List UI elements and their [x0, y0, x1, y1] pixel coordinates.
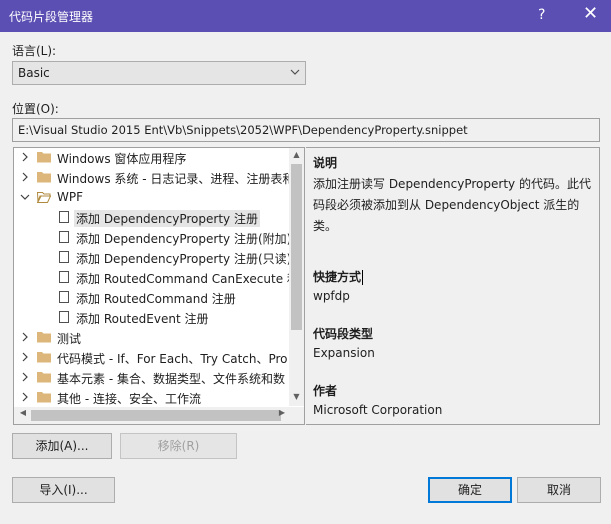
ok-button[interactable]: 确定 [428, 477, 512, 503]
chevron-down-icon[interactable] [20, 192, 30, 202]
add-button[interactable]: 添加(A)... [12, 433, 112, 459]
language-label: 语言(L): [12, 44, 57, 58]
tree-item-label: 其他 - 连接、安全、工作流 [57, 392, 201, 406]
chevron-right-icon[interactable] [20, 332, 30, 342]
tree-item-label: 添加 DependencyProperty 注册(只读) [76, 252, 292, 266]
snippet-tree[interactable]: Windows 窗体应用程序 Windows 系统 - 日志记录、进程、注册表和 W… [13, 147, 305, 425]
folder-icon [37, 172, 51, 183]
tree-folder-item[interactable]: 测试 [14, 328, 289, 348]
tree-vertical-scroll-thumb[interactable] [291, 164, 302, 330]
scroll-up-arrow-icon[interactable]: ▲ [289, 150, 304, 164]
tree-folder-item[interactable]: Windows 系统 - 日志记录、进程、注册表和 [14, 168, 294, 188]
tree-item-label: 添加 RoutedCommand 注册 [76, 292, 236, 306]
tree-folder-item[interactable]: 代码模式 - If、For Each、Try Catch、Pro [14, 348, 289, 368]
chevron-right-icon[interactable] [20, 172, 30, 182]
tree-snippet-item[interactable]: 添加 RoutedCommand 注册 [14, 288, 289, 308]
tree-folder-item[interactable]: Windows 窗体应用程序 [14, 148, 289, 168]
tree-item-label: WPF [57, 190, 84, 204]
tree-folder-item[interactable]: 其他 - 连接、安全、工作流 [14, 388, 289, 408]
scroll-down-arrow-icon[interactable]: ▼ [289, 392, 304, 406]
tree-item-label: Windows 窗体应用程序 [57, 152, 187, 166]
language-select[interactable]: Basic [12, 61, 306, 85]
title-bar: 代码片段管理器 ? ✕ [0, 0, 611, 32]
snippet-type-value: Expansion [313, 346, 375, 360]
tree-item-label: 基本元素 - 集合、数据类型、文件系统和数 [57, 372, 285, 386]
tree-folder-item[interactable]: WPF [14, 188, 289, 208]
tree-item-label: 添加 RoutedEvent 注册 [76, 312, 209, 326]
folder-open-icon [37, 192, 51, 203]
help-button[interactable]: ? [538, 7, 545, 23]
tree-item-label: 添加 DependencyProperty 注册(附加) [76, 232, 292, 246]
tree-item-label: 添加 RoutedCommand CanExecute 和 [76, 272, 299, 286]
tree-snippet-item[interactable]: 添加 DependencyProperty 注册(只读) [14, 248, 292, 268]
chevron-right-icon[interactable] [20, 152, 30, 162]
tree-vertical-scrollbar[interactable]: ▲ ▼ [289, 148, 304, 406]
description-heading: 说明 [313, 156, 338, 170]
tree-snippet-item[interactable]: 添加 DependencyProperty 注册 [14, 208, 289, 228]
scroll-right-arrow-icon[interactable]: ▶ [275, 408, 289, 423]
tree-snippet-item[interactable]: 添加 RoutedCommand CanExecute 和 [14, 268, 299, 288]
snippet-file-icon [59, 211, 69, 223]
tree-folder-item[interactable]: 基本元素 - 集合、数据类型、文件系统和数 [14, 368, 289, 388]
folder-icon [37, 152, 51, 163]
snippet-file-icon [59, 231, 69, 243]
tree-horizontal-scroll-thumb[interactable] [31, 410, 281, 421]
tree-item-label: 添加 DependencyProperty 注册 [74, 210, 260, 227]
chevron-right-icon[interactable] [20, 372, 30, 382]
location-field[interactable]: E:\Visual Studio 2015 Ent\Vb\Snippets\20… [12, 118, 600, 142]
folder-icon [37, 332, 51, 343]
tree-item-label: Windows 系统 - 日志记录、进程、注册表和 [57, 172, 295, 186]
snippet-file-icon [59, 311, 69, 323]
author-heading: 作者 [313, 384, 338, 398]
text-caret [362, 270, 364, 285]
cancel-button[interactable]: 取消 [517, 477, 601, 503]
folder-icon [37, 352, 51, 363]
snippet-type-heading: 代码段类型 [313, 327, 374, 341]
tree-snippet-item[interactable]: 添加 RoutedEvent 注册 [14, 308, 289, 328]
chevron-down-icon [290, 69, 300, 75]
tree-snippet-item[interactable]: 添加 DependencyProperty 注册(附加) [14, 228, 292, 248]
snippet-file-icon [59, 291, 69, 303]
tree-item-label: 测试 [57, 332, 82, 346]
folder-icon [37, 392, 51, 403]
remove-button[interactable]: 移除(R) [120, 433, 237, 459]
tree-horizontal-scrollbar[interactable]: ◀ ▶ [14, 407, 289, 424]
description-text: 添加注册读写 DependencyProperty 的代码。此代码段必须被添加到… [313, 177, 591, 233]
snippet-file-icon [59, 271, 69, 283]
import-button[interactable]: 导入(I)... [12, 477, 115, 503]
language-select-value: Basic [18, 66, 50, 80]
chevron-right-icon[interactable] [20, 352, 30, 362]
window-title: 代码片段管理器 [9, 10, 94, 24]
location-value: E:\Visual Studio 2015 Ent\Vb\Snippets\20… [18, 123, 468, 137]
location-label: 位置(O): [12, 102, 59, 116]
close-button[interactable]: ✕ [583, 4, 598, 24]
shortcut-value: wpfdp [313, 289, 350, 303]
scrollbar-corner [289, 407, 304, 424]
tree-item-label: 代码模式 - If、For Each、Try Catch、Pro [57, 352, 288, 366]
shortcut-heading: 快捷方式 [313, 270, 364, 285]
snippet-file-icon [59, 251, 69, 263]
details-panel: 说明 添加注册读写 DependencyProperty 的代码。此代码段必须被… [306, 147, 600, 425]
chevron-right-icon[interactable] [20, 392, 30, 402]
scroll-left-arrow-icon[interactable]: ◀ [16, 408, 30, 423]
author-value: Microsoft Corporation [313, 403, 443, 417]
folder-icon [37, 372, 51, 383]
